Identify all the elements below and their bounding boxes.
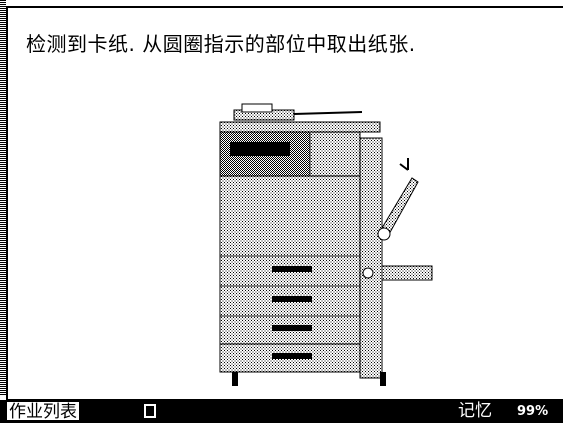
- memory-label: 记忆: [458, 401, 492, 421]
- job-list-button[interactable]: 作业列表: [6, 401, 80, 422]
- jam-screen: 检测到卡纸. 从圆圈指示的部位中取出纸张. 作业列表 记忆 99%: [0, 0, 563, 423]
- memory-percentage: 99%: [517, 404, 549, 419]
- jam-message: 检测到卡纸. 从圆圈指示的部位中取出纸张.: [26, 32, 416, 56]
- copier-jam-icon: [219, 103, 433, 386]
- status-bar: 作业列表 记忆 99%: [0, 400, 563, 423]
- document-icon[interactable]: [143, 403, 157, 419]
